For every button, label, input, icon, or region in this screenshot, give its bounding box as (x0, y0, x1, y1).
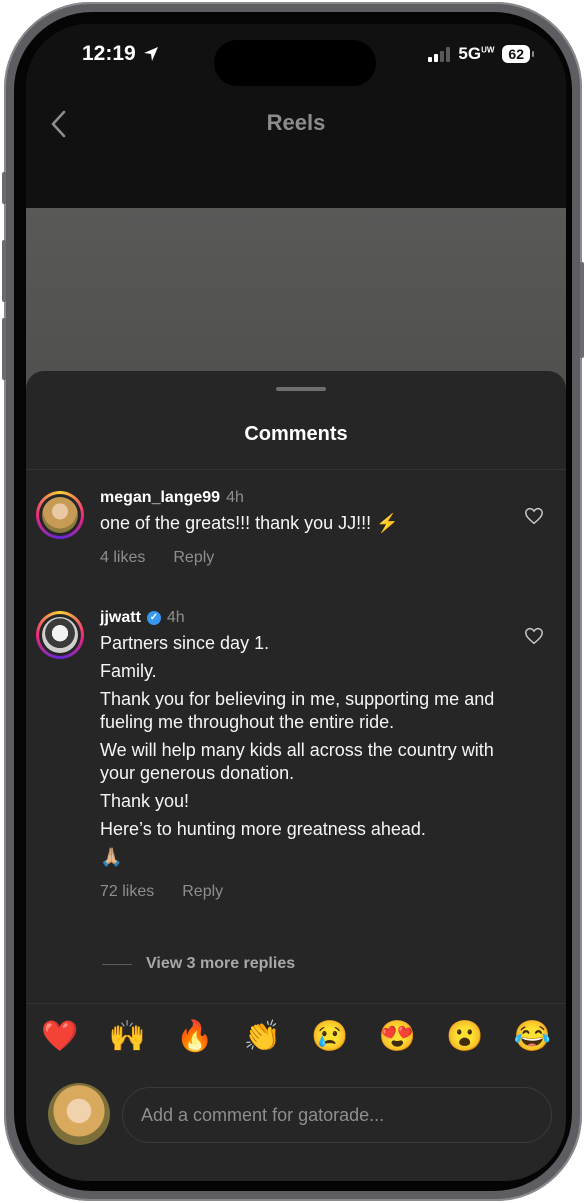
comment-meta: 4 likes Reply (100, 549, 506, 567)
comment-line: Thank you! (100, 791, 190, 811)
comment-line: Thank you for believing in me, supportin… (100, 689, 495, 732)
view-more-replies-button[interactable]: View 3 more replies (102, 955, 295, 973)
comment-body: jjwatt ✓ 4h Partners since day 1. Family… (100, 609, 506, 901)
emoji-heart[interactable]: ❤️ (40, 1019, 80, 1054)
comment-time: 4h (226, 489, 244, 506)
emoji-crying[interactable]: 😢 (310, 1019, 350, 1054)
avatar[interactable] (36, 491, 84, 539)
action-button (2, 172, 6, 204)
current-user-avatar (48, 1083, 110, 1145)
comment-text: one of the greats!!! thank you JJ!!! ⚡ (100, 513, 399, 533)
page-title: Reels (266, 110, 326, 135)
dynamic-island (214, 40, 376, 86)
sheet-title: Comments (244, 423, 348, 445)
signal-icon (428, 46, 451, 62)
emoji-laughing[interactable]: 😂 (512, 1019, 552, 1054)
reply-button[interactable]: Reply (182, 883, 223, 901)
comment-line: Partners since day 1. (100, 633, 270, 653)
comment-time: 4h (166, 609, 185, 626)
comment-line: We will help many kids all across the co… (100, 740, 494, 783)
heart-icon[interactable] (524, 507, 544, 525)
view-replies-label: View 3 more replies (146, 955, 296, 972)
comment-line: Family. (100, 661, 157, 681)
avatar-image (42, 617, 78, 653)
comment-line: Here’s to hunting more greatness ahead. (100, 819, 426, 839)
likes-count[interactable]: 72 likes (100, 883, 154, 901)
likes-count[interactable]: 4 likes (100, 549, 145, 567)
reply-button[interactable]: Reply (173, 549, 214, 567)
emoji-quick-bar: ❤️ 🙌 🔥 👏 😢 😍 😮 😂 (26, 1019, 566, 1054)
volume-down-button (2, 318, 6, 380)
location-arrow-icon (143, 47, 158, 61)
comment-body: megan_lange99 4h one of the greats!!! th… (100, 489, 506, 567)
username[interactable]: jjwatt (100, 609, 141, 627)
avatar-image (42, 497, 78, 533)
battery-icon: 62 (502, 45, 534, 63)
comment-header: megan_lange99 4h (100, 489, 506, 507)
username[interactable]: megan_lange99 (100, 489, 220, 507)
comments-sheet: Comments megan_lange99 4h one of the gre… (26, 371, 566, 1181)
status-time: 12:19 (82, 42, 160, 66)
sheet-drag-handle[interactable] (276, 387, 326, 391)
avatar[interactable] (36, 611, 84, 659)
top-bar: 12:19 5GUW 62 Reels (26, 24, 566, 208)
emoji-raised-hands[interactable]: 🙌 (107, 1019, 147, 1054)
status-indicators: 5GUW 62 (428, 44, 534, 64)
emoji-clap[interactable]: 👏 (242, 1019, 282, 1054)
replies-line (102, 963, 132, 965)
verified-badge-icon: ✓ (146, 611, 161, 625)
divider (26, 469, 566, 470)
status-time-text: 12:19 (82, 42, 136, 65)
comment-composer (48, 1083, 554, 1145)
comment-header: jjwatt ✓ 4h (100, 609, 506, 627)
power-button (580, 262, 584, 358)
divider (26, 1003, 566, 1004)
comment-meta: 72 likes Reply (100, 883, 506, 901)
volume-up-button (2, 240, 6, 302)
emoji-fire[interactable]: 🔥 (175, 1019, 215, 1054)
screen: 12:19 5GUW 62 Reels Comments megan_lange… (26, 24, 566, 1181)
heart-icon[interactable] (524, 627, 544, 645)
network-label: 5GUW (458, 44, 495, 63)
comment-input[interactable] (122, 1087, 552, 1143)
comment-text: Partners since day 1. Family. Thank you … (100, 632, 506, 869)
emoji-heart-eyes[interactable]: 😍 (377, 1019, 417, 1054)
comment-emoji: 🙏🏼 (100, 847, 123, 867)
emoji-surprised[interactable]: 😮 (445, 1019, 485, 1054)
